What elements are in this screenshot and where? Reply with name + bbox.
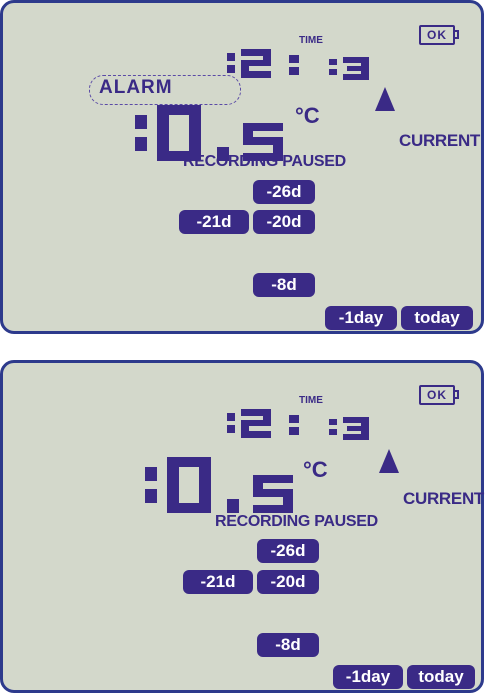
alarm-indicator: ALARM [99, 77, 173, 98]
history-8d[interactable]: -8d [253, 273, 315, 297]
history-21d[interactable]: -21d [183, 570, 253, 594]
time-readout [225, 43, 385, 83]
temperature-unit: °C [303, 457, 328, 482]
history-26d[interactable]: -26d [253, 180, 315, 204]
battery-terminal-icon [455, 30, 459, 39]
history-today[interactable]: today [401, 306, 473, 330]
current-label: CURRENT [399, 131, 481, 150]
up-arrow-icon [379, 449, 399, 473]
history-20d[interactable]: -20d [253, 210, 315, 234]
temperature-unit: °C [295, 103, 320, 128]
history-1day[interactable]: -1day [333, 665, 403, 689]
history-today[interactable]: today [407, 665, 475, 689]
current-label: CURRENT [403, 489, 485, 508]
time-readout [225, 403, 385, 443]
battery-terminal-icon [455, 390, 459, 399]
lcd-display-normal: OK TIME °C CURRENT RECORDING PAUSED -26d… [0, 360, 484, 693]
lcd-display-with-alarm: OK TIME ALARM °C CURRENT RECORDING PAUSE… [0, 0, 484, 334]
history-8d[interactable]: -8d [257, 633, 319, 657]
recording-paused-status: RECORDING PAUSED [183, 153, 346, 170]
history-1day[interactable]: -1day [325, 306, 397, 330]
battery-ok-indicator: OK [419, 25, 455, 45]
battery-ok-indicator: OK [419, 385, 455, 405]
history-20d[interactable]: -20d [257, 570, 319, 594]
up-arrow-icon [375, 87, 395, 111]
recording-paused-status: RECORDING PAUSED [215, 513, 378, 530]
history-21d[interactable]: -21d [179, 210, 249, 234]
history-26d[interactable]: -26d [257, 539, 319, 563]
